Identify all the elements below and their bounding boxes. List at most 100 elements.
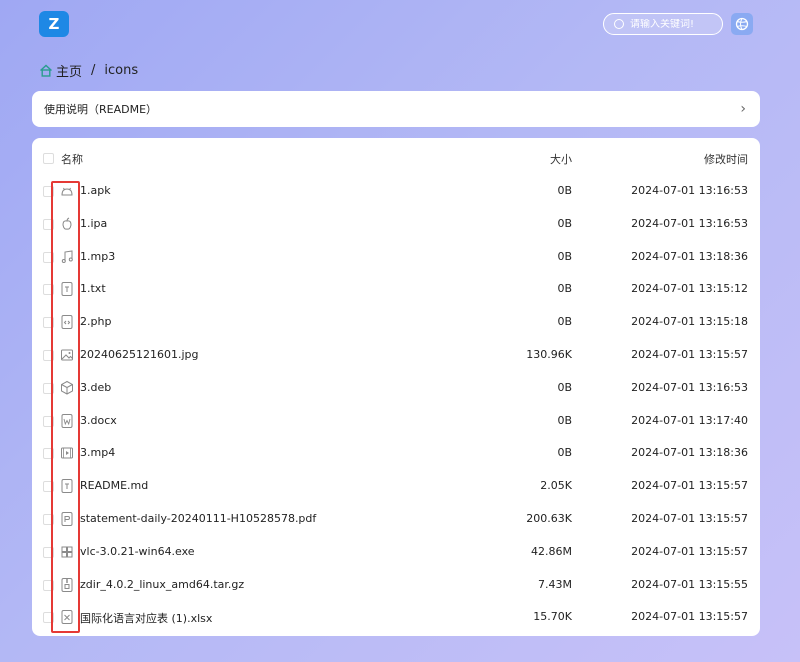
- file-name[interactable]: 3.docx: [80, 414, 117, 427]
- file-name[interactable]: statement-daily-20240111-H10528578.pdf: [80, 512, 316, 525]
- file-size: 0B: [557, 184, 572, 197]
- text-file-icon: [61, 479, 73, 494]
- file-time: 2024-07-01 13:15:57: [631, 479, 748, 493]
- file-row[interactable]: statement-daily-20240111-H10528578.pdf 20…: [32, 503, 760, 536]
- row-checkbox[interactable]: [43, 317, 54, 329]
- file-size: 200.63K: [526, 511, 572, 525]
- file-time: 2024-07-01 13:18:36: [631, 446, 748, 460]
- row-checkbox[interactable]: [43, 218, 54, 230]
- row-checkbox[interactable]: [43, 284, 54, 296]
- file-time: 2024-07-01 13:16:53: [631, 184, 748, 197]
- file-size: 15.70K: [533, 610, 572, 624]
- row-checkbox[interactable]: [43, 415, 54, 427]
- column-name-header[interactable]: 名称: [61, 151, 83, 167]
- row-checkbox[interactable]: [43, 481, 54, 493]
- file-time: 2024-07-01 13:15:57: [631, 610, 748, 624]
- apple-icon: [62, 217, 72, 230]
- excel-icon: [61, 610, 73, 625]
- file-rows: 1.apk 0B 2024-07-01 13:16:53 1.ipa 0B 2024-07…: [32, 175, 760, 634]
- file-time: 2024-07-01 13:16:53: [631, 380, 748, 394]
- pdf-icon: [61, 511, 73, 526]
- file-list: 名称 大小 修改时间 1.apk 0B 2024-07-01 13:16:53 1.i…: [32, 138, 760, 636]
- file-name[interactable]: 1.ipa: [80, 217, 107, 230]
- file-name[interactable]: vlc-3.0.21-win64.exe: [80, 545, 195, 558]
- row-checkbox[interactable]: [43, 186, 54, 197]
- video-icon: [61, 447, 73, 459]
- file-row[interactable]: 3.deb 0B 2024-07-01 13:16:53: [32, 372, 760, 405]
- row-checkbox[interactable]: [43, 448, 54, 460]
- row-checkbox[interactable]: [43, 382, 54, 394]
- chevron-right-icon: ›: [740, 101, 746, 117]
- file-row[interactable]: 1.mp3 0B 2024-07-01 13:18:36: [32, 241, 760, 274]
- search-box[interactable]: [603, 13, 723, 35]
- file-time: 2024-07-01 13:15:18: [631, 315, 748, 329]
- file-time: 2024-07-01 13:15:57: [631, 347, 748, 361]
- file-size: 0B: [557, 315, 572, 329]
- file-name[interactable]: zdir_4.0.2_linux_amd64.tar.gz: [80, 578, 244, 591]
- file-time: 2024-07-01 13:15:57: [631, 544, 748, 558]
- language-button[interactable]: [731, 13, 753, 35]
- file-row[interactable]: 1.apk 0B 2024-07-01 13:16:53: [32, 175, 760, 208]
- file-row[interactable]: 2.php 0B 2024-07-01 13:15:18: [32, 306, 760, 339]
- package-icon: [61, 380, 73, 395]
- app-logo[interactable]: Z: [39, 11, 69, 37]
- word-icon: [61, 413, 73, 428]
- row-checkbox[interactable]: [43, 612, 54, 624]
- file-size: 42.86M: [531, 544, 572, 558]
- home-icon[interactable]: [39, 64, 53, 77]
- windows-icon: [61, 546, 73, 558]
- search-icon: [614, 19, 624, 29]
- file-size: 2.05K: [540, 479, 572, 493]
- row-checkbox[interactable]: [43, 349, 54, 361]
- file-row[interactable]: 3.docx 0B 2024-07-01 13:17:40: [32, 405, 760, 438]
- file-name[interactable]: README.md: [80, 479, 148, 492]
- row-checkbox[interactable]: [43, 251, 54, 263]
- readme-label: 使用说明（README）: [44, 103, 158, 116]
- file-row[interactable]: vlc-3.0.21-win64.exe 42.86M 2024-07-01 13:…: [32, 536, 760, 569]
- file-name[interactable]: 2.php: [80, 315, 111, 328]
- breadcrumb: 主页 / icons: [39, 61, 138, 80]
- readme-panel[interactable]: 使用说明（README） ›: [32, 91, 760, 127]
- file-row[interactable]: 国际化语言对应表 (1).xlsx 15.70K 2024-07-01 13:15:…: [32, 601, 760, 634]
- row-checkbox[interactable]: [43, 546, 54, 558]
- column-time-header[interactable]: 修改时间: [704, 151, 748, 167]
- file-name[interactable]: 3.mp4: [80, 446, 115, 459]
- android-icon: [61, 187, 73, 196]
- breadcrumb-home[interactable]: 主页: [56, 61, 82, 80]
- file-time: 2024-07-01 13:18:36: [631, 249, 748, 263]
- archive-icon: [61, 577, 73, 592]
- file-name[interactable]: 1.apk: [80, 184, 111, 197]
- file-row[interactable]: 20240625121601.jpg 130.96K 2024-07-01 13:1…: [32, 339, 760, 372]
- file-name[interactable]: 国际化语言对应表 (1).xlsx: [80, 610, 212, 626]
- file-size: 0B: [557, 413, 572, 427]
- search-input[interactable]: [630, 18, 720, 30]
- file-name[interactable]: 3.deb: [80, 381, 111, 394]
- file-size: 0B: [557, 249, 572, 263]
- file-row[interactable]: 1.ipa 0B 2024-07-01 13:16:53: [32, 208, 760, 241]
- list-header: 名称 大小 修改时间: [32, 148, 760, 170]
- file-size: 0B: [557, 282, 572, 296]
- globe-icon: [735, 17, 749, 31]
- column-size-header[interactable]: 大小: [550, 151, 572, 167]
- file-row[interactable]: 1.txt 0B 2024-07-01 13:15:12: [32, 273, 760, 306]
- music-icon: [61, 250, 73, 263]
- file-name[interactable]: 20240625121601.jpg: [80, 348, 199, 361]
- select-all-checkbox[interactable]: [43, 153, 54, 164]
- breadcrumb-current: icons: [104, 63, 139, 78]
- file-row[interactable]: 3.mp4 0B 2024-07-01 13:18:36: [32, 437, 760, 470]
- file-name[interactable]: 1.txt: [80, 282, 106, 295]
- file-size: 0B: [557, 446, 572, 460]
- file-row[interactable]: zdir_4.0.2_linux_amd64.tar.gz 7.43M 2024-0…: [32, 569, 760, 602]
- code-file-icon: [61, 315, 73, 330]
- breadcrumb-separator: /: [91, 63, 96, 78]
- file-size: 7.43M: [538, 577, 572, 591]
- text-file-icon: [61, 282, 73, 297]
- row-checkbox[interactable]: [43, 513, 54, 525]
- file-size: 0B: [557, 380, 572, 394]
- file-name[interactable]: 1.mp3: [80, 250, 115, 263]
- file-size: 0B: [557, 216, 572, 230]
- logo-letter: Z: [48, 15, 60, 33]
- file-time: 2024-07-01 13:15:57: [631, 511, 748, 525]
- file-row[interactable]: README.md 2.05K 2024-07-01 13:15:57: [32, 470, 760, 503]
- row-checkbox[interactable]: [43, 579, 54, 591]
